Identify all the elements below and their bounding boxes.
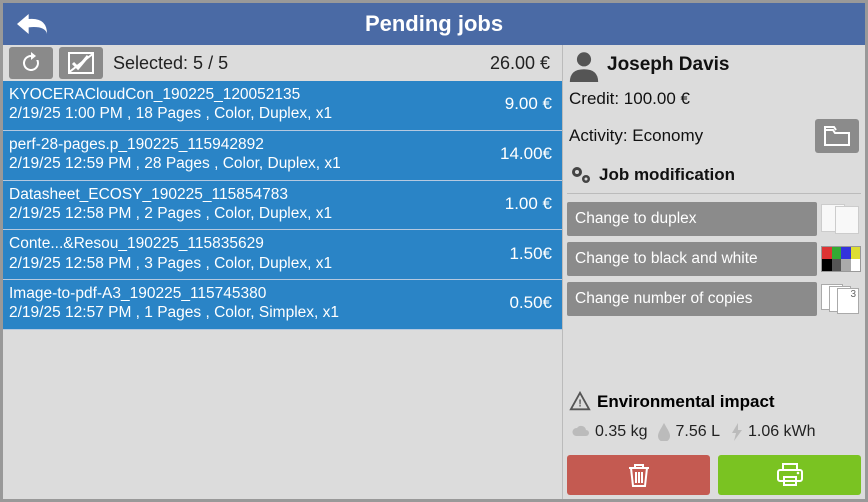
- job-row[interactable]: KYOCERACloudCon_190225_1200521352/19/25 …: [3, 81, 562, 131]
- palette-icon: [821, 242, 861, 276]
- job-info: Image-to-pdf-A3_190225_1157453802/19/25 …: [9, 284, 339, 323]
- bolt-icon: [730, 423, 744, 441]
- jobs-panel: Selected: 5 / 5 26.00 € KYOCERACloudCon_…: [3, 45, 563, 499]
- env-heading-label: Environmental impact: [597, 392, 775, 412]
- back-arrow-icon: [11, 9, 53, 39]
- job-name: Image-to-pdf-A3_190225_115745380: [9, 284, 339, 303]
- select-all-icon: [68, 52, 94, 74]
- job-price: 1.00 €: [493, 194, 552, 214]
- env-section: ! Environmental impact 0.35 kg 7.56 L 1.…: [567, 389, 861, 495]
- app-window: Pending jobs Selected: 5 / 5 26.00 € KYO…: [0, 0, 868, 502]
- job-meta: 2/19/25 12:58 PM , 2 Pages , Color, Dupl…: [9, 204, 332, 223]
- job-name: Datasheet_ECOSY_190225_115854783: [9, 185, 332, 204]
- svg-text:!: !: [578, 399, 581, 410]
- print-button[interactable]: [718, 455, 861, 495]
- duplex-icon: [821, 202, 861, 236]
- job-row[interactable]: Image-to-pdf-A3_190225_1157453802/19/25 …: [3, 280, 562, 330]
- job-meta: 2/19/25 1:00 PM , 18 Pages , Color, Dupl…: [9, 104, 332, 123]
- job-meta: 2/19/25 12:59 PM , 28 Pages , Color, Dup…: [9, 154, 341, 173]
- back-button[interactable]: [11, 7, 53, 41]
- cloud-icon: [571, 424, 591, 440]
- env-water-value: 7.56 L: [675, 423, 719, 441]
- jobs-toolbar: Selected: 5 / 5 26.00 €: [3, 45, 562, 81]
- job-price: 9.00 €: [493, 94, 552, 114]
- mod-row-bw: Change to black and white: [567, 242, 861, 276]
- job-info: KYOCERACloudCon_190225_1200521352/19/25 …: [9, 85, 332, 124]
- job-info: Conte...&Resou_190225_1158356292/19/25 1…: [9, 234, 332, 273]
- copies-icon: 123: [821, 282, 861, 316]
- total-cost: 26.00 €: [490, 53, 556, 74]
- credit-label: Credit: 100.00 €: [567, 85, 861, 117]
- activity-row: Activity: Economy: [567, 119, 861, 159]
- trash-icon: [627, 462, 651, 488]
- activity-folder-button[interactable]: [815, 119, 859, 153]
- job-row[interactable]: Conte...&Resou_190225_1158356292/19/25 1…: [3, 230, 562, 280]
- job-price: 14.00€: [488, 144, 552, 164]
- activity-label: Activity: Economy: [569, 126, 703, 146]
- user-name: Joseph Davis: [607, 54, 730, 76]
- change-duplex-button[interactable]: Change to duplex: [567, 202, 817, 236]
- divider: [567, 193, 861, 194]
- job-info: Datasheet_ECOSY_190225_1158547832/19/25 …: [9, 185, 332, 224]
- job-meta: 2/19/25 12:57 PM , 1 Pages , Color, Simp…: [9, 303, 339, 322]
- change-bw-button[interactable]: Change to black and white: [567, 242, 817, 276]
- action-buttons: [567, 451, 861, 495]
- job-mod-heading: Job modification: [567, 161, 861, 189]
- env-energy: 1.06 kWh: [730, 423, 816, 441]
- delete-button[interactable]: [567, 455, 710, 495]
- job-name: perf-28-pages.p_190225_115942892: [9, 135, 341, 154]
- folder-icon: [824, 126, 850, 146]
- job-mod-heading-label: Job modification: [599, 165, 735, 185]
- change-copies-button[interactable]: Change number of copies: [567, 282, 817, 316]
- printer-icon: [776, 463, 804, 487]
- mod-row-copies: Change number of copies 123: [567, 282, 861, 316]
- side-panel: Joseph Davis Credit: 100.00 € Activity: …: [563, 45, 865, 499]
- env-co2-value: 0.35 kg: [595, 423, 647, 441]
- gears-icon: [569, 163, 593, 187]
- main-body: Selected: 5 / 5 26.00 € KYOCERACloudCon_…: [3, 45, 865, 499]
- env-co2: 0.35 kg: [571, 423, 647, 441]
- env-energy-value: 1.06 kWh: [748, 423, 816, 441]
- job-info: perf-28-pages.p_190225_1159428922/19/25 …: [9, 135, 341, 174]
- env-water: 7.56 L: [657, 423, 719, 441]
- droplet-icon: [657, 423, 671, 441]
- job-price: 0.50€: [497, 293, 552, 313]
- job-row[interactable]: Datasheet_ECOSY_190225_1158547832/19/25 …: [3, 181, 562, 231]
- titlebar: Pending jobs: [3, 3, 865, 45]
- job-name: Conte...&Resou_190225_115835629: [9, 234, 332, 253]
- selected-count: Selected: 5 / 5: [113, 53, 228, 74]
- recycle-icon: !: [569, 391, 591, 413]
- env-heading: ! Environmental impact: [567, 389, 861, 415]
- job-list: KYOCERACloudCon_190225_1200521352/19/25 …: [3, 81, 562, 499]
- env-values: 0.35 kg 7.56 L 1.06 kWh: [567, 415, 861, 451]
- mod-row-duplex: Change to duplex: [567, 202, 861, 236]
- refresh-button[interactable]: [9, 47, 53, 79]
- job-row[interactable]: perf-28-pages.p_190225_1159428922/19/25 …: [3, 131, 562, 181]
- user-row: Joseph Davis: [567, 47, 861, 83]
- user-icon: [567, 48, 601, 82]
- job-meta: 2/19/25 12:58 PM , 3 Pages , Color, Dupl…: [9, 254, 332, 273]
- refresh-icon: [19, 51, 43, 75]
- page-title: Pending jobs: [365, 11, 503, 37]
- job-name: KYOCERACloudCon_190225_120052135: [9, 85, 332, 104]
- job-price: 1.50€: [497, 244, 552, 264]
- select-all-button[interactable]: [59, 47, 103, 79]
